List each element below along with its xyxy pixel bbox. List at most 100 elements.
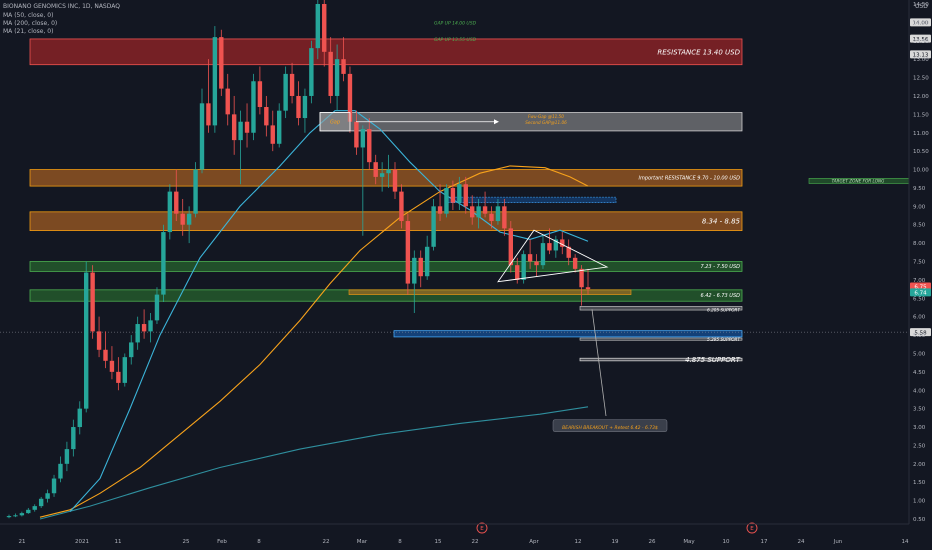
x-tick-label: 15 bbox=[435, 539, 442, 545]
candle-body bbox=[572, 257, 578, 269]
candle-body bbox=[495, 206, 501, 222]
y-tick-label: 10.00 bbox=[913, 168, 929, 174]
zone-label: 7.23 - 7.50 USD bbox=[700, 264, 740, 270]
y-tick-label: 6.00 bbox=[913, 315, 926, 321]
candle-body bbox=[129, 342, 134, 358]
candle-body bbox=[482, 206, 488, 214]
candle-body bbox=[289, 73, 295, 96]
candle-body bbox=[302, 95, 308, 119]
candle-body bbox=[90, 272, 95, 332]
zone-red bbox=[29, 38, 743, 66]
y-tick-label: 4.50 bbox=[913, 370, 926, 376]
candle-body bbox=[32, 506, 37, 510]
annotation-text: Gap bbox=[330, 120, 340, 126]
candle-body bbox=[412, 257, 417, 284]
candle-body bbox=[322, 4, 327, 52]
x-tick-label: 11 bbox=[115, 539, 122, 545]
candle-body bbox=[109, 360, 115, 372]
candle-body bbox=[328, 51, 333, 96]
y-tick-label: 9.00 bbox=[913, 204, 926, 210]
candle-body bbox=[399, 191, 404, 222]
x-tick-label: Jun bbox=[833, 539, 843, 545]
y-tick-label: 9.50 bbox=[913, 186, 926, 192]
candle-body bbox=[334, 59, 340, 96]
zone-label: 6.42 - 6.73 USD bbox=[700, 293, 740, 299]
x-tick-label: 12 bbox=[575, 539, 582, 545]
y-tick-label: 13.50 bbox=[913, 39, 929, 45]
y-tick-label: 6.50 bbox=[913, 296, 926, 302]
candle-body bbox=[270, 125, 275, 144]
candle-body bbox=[26, 509, 31, 514]
annotation-text: 6.205 SUPPORT bbox=[707, 307, 740, 312]
zone-label: 8.34 - 8.85 bbox=[702, 218, 741, 226]
candle-body bbox=[508, 228, 513, 266]
candle-body bbox=[251, 81, 256, 133]
annotation-text: TARGET ZONE FOR LONG bbox=[832, 179, 886, 184]
candle-body bbox=[476, 206, 481, 218]
candle-body bbox=[148, 320, 153, 332]
y-tick-label: 7.50 bbox=[913, 260, 926, 266]
candle-body bbox=[174, 191, 179, 214]
candle-body bbox=[186, 213, 192, 225]
y-tick-label: 8.50 bbox=[913, 223, 926, 229]
candle-body bbox=[193, 169, 198, 214]
candle-body bbox=[341, 59, 346, 74]
candle-body bbox=[547, 243, 552, 251]
candle-body bbox=[379, 173, 385, 177]
zone-blue bbox=[393, 330, 743, 338]
candle-body bbox=[257, 81, 263, 107]
zone-green bbox=[29, 261, 743, 272]
zone-orange bbox=[29, 211, 743, 231]
y-tick-label: 1.50 bbox=[913, 480, 926, 486]
candle-body bbox=[161, 232, 166, 295]
y-tick-label: 4.00 bbox=[913, 388, 926, 394]
y-tick-label: 10.50 bbox=[913, 149, 929, 155]
y-tick-label: 5.50 bbox=[913, 333, 926, 339]
y-tick-label: 2.50 bbox=[913, 443, 926, 449]
candle-body bbox=[231, 114, 237, 141]
x-tick-label: 8 bbox=[257, 539, 261, 545]
candle-body bbox=[585, 287, 591, 290]
candle-body bbox=[264, 107, 269, 126]
y-tick-label: 12.50 bbox=[913, 76, 929, 82]
candle-body bbox=[19, 513, 25, 516]
candle-body bbox=[238, 121, 243, 141]
y-tick-label: 3.50 bbox=[913, 407, 926, 413]
candle-body bbox=[103, 349, 108, 361]
candle-body bbox=[212, 37, 218, 126]
zone-label: RESISTANCE 13.40 USD bbox=[657, 48, 740, 56]
x-tick-label: Mar bbox=[357, 539, 368, 545]
x-tick-label: 21 bbox=[19, 539, 26, 545]
candle-body bbox=[6, 516, 12, 518]
annotation-text: Fwu-Gap @11.50 bbox=[528, 114, 564, 119]
x-tick-label: 2021 bbox=[75, 539, 89, 545]
price-chart[interactable]: RESISTANCE 13.40 USD Important RESISTANCE… bbox=[0, 0, 932, 550]
candle-body bbox=[450, 187, 456, 203]
x-tick-label: Apr bbox=[529, 539, 539, 545]
candle-body bbox=[470, 206, 475, 218]
y-tick-label: 13.00 bbox=[913, 57, 929, 63]
candle-body bbox=[457, 184, 462, 203]
x-tick-label: 8 bbox=[398, 539, 402, 545]
earnings-marker-label: E bbox=[750, 526, 754, 532]
y-tick-label: 8.00 bbox=[913, 241, 926, 247]
x-tick-label: 25 bbox=[183, 539, 190, 545]
candle-body bbox=[431, 206, 436, 247]
y-tick-label: 3.00 bbox=[913, 425, 926, 431]
candle-body bbox=[167, 191, 173, 233]
x-tick-label: 14 bbox=[902, 539, 909, 545]
candle-body bbox=[360, 129, 366, 148]
candle-body bbox=[116, 371, 121, 383]
candle-body bbox=[315, 4, 320, 49]
candle-body bbox=[444, 187, 449, 214]
candle-body bbox=[154, 294, 160, 321]
candle-body bbox=[424, 246, 430, 277]
x-tick-label: 22 bbox=[472, 539, 479, 545]
candle-body bbox=[219, 37, 224, 89]
y-tick-label: 7.00 bbox=[913, 278, 926, 284]
earnings-marker-label: E bbox=[480, 526, 484, 532]
y-tick-label: 14.00 bbox=[913, 20, 929, 26]
candle-body bbox=[13, 515, 18, 517]
candle-body bbox=[283, 73, 288, 111]
candle-body bbox=[354, 121, 359, 148]
